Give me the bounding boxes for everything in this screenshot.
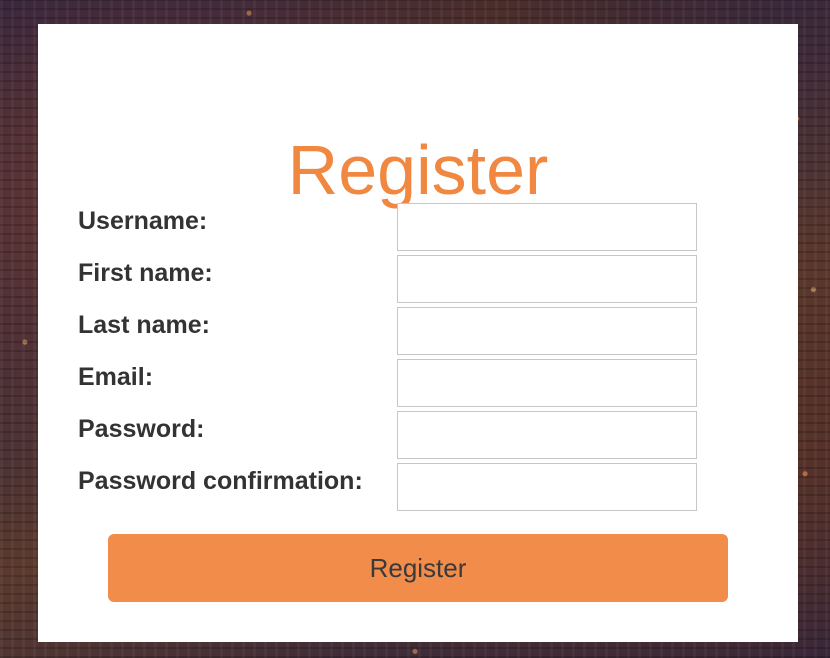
email-row: Email: [78, 359, 700, 409]
password-confirmation-input[interactable] [397, 463, 697, 511]
first-name-label: First name: [78, 259, 213, 287]
password-row: Password: [78, 411, 700, 461]
register-button[interactable]: Register [108, 534, 728, 602]
last-name-row: Last name: [78, 307, 700, 357]
email-label: Email: [78, 363, 154, 391]
first-name-input[interactable] [397, 255, 697, 303]
page-title: Register [287, 131, 549, 209]
register-card: Register Username: First name: Last name… [38, 24, 798, 642]
password-label: Password: [78, 415, 205, 443]
username-input[interactable] [397, 203, 697, 251]
last-name-label: Last name: [78, 311, 210, 339]
password-input[interactable] [397, 411, 697, 459]
password-confirmation-row: Password confirmation: [78, 463, 700, 513]
username-label: Username: [78, 207, 208, 235]
username-row: Username: [78, 203, 700, 253]
first-name-row: First name: [78, 255, 700, 305]
last-name-input[interactable] [397, 307, 697, 355]
email-input[interactable] [397, 359, 697, 407]
password-confirmation-label: Password confirmation: [78, 467, 363, 495]
